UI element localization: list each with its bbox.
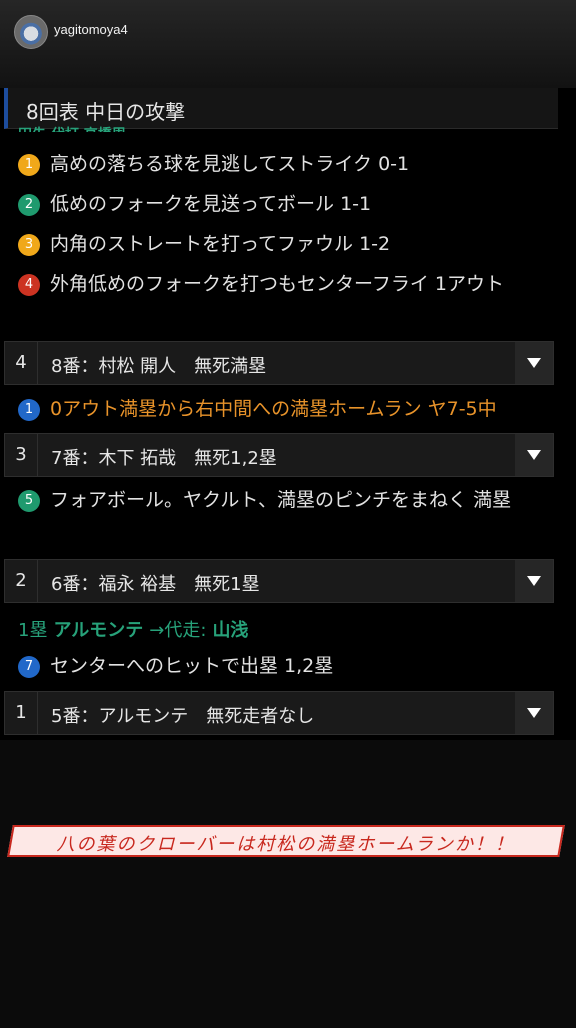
play-text: 内角のストレートを打ってファウル 1-2	[50, 233, 391, 255]
at-bat-number: 1	[5, 692, 38, 734]
play-text: 0アウト満塁から右中間への満塁ホームラン ヤ7-5中	[50, 398, 497, 420]
substitution-arrow: →代走:	[149, 620, 207, 641]
cutoff-substitution-text: 田先 代打 高橋周	[18, 124, 126, 132]
play-item: 4 外角低めのフォークを打つもセンターフライ 1アウト	[18, 268, 548, 301]
at-bat-number: 4	[5, 342, 38, 384]
play-by-play-panel: 8回表 中日の攻撃 田先 代打 高橋周 1 高めの落ちる球を見逃してストライク …	[0, 88, 576, 740]
pitch-number-badge: 7	[18, 656, 40, 678]
caption-text: 八の葉のクローバーは村松の満塁ホームランか！！	[56, 834, 515, 855]
expand-chevron-icon[interactable]	[515, 342, 553, 384]
story-caption: 八の葉のクローバーは村松の満塁ホームランか！！	[7, 825, 565, 857]
play-item: 3 内角のストレートを打ってファウル 1-2	[18, 228, 548, 261]
at-bat-row[interactable]: 1 5番：アルモンテ 無死走者なし	[4, 691, 554, 735]
pitch-number-badge: 1	[18, 154, 40, 176]
play-text: センターへのヒットで出塁 1,2塁	[50, 655, 334, 677]
play-item: 7 センターへのヒットで出塁 1,2塁	[18, 650, 548, 683]
inning-title: 8回表 中日の攻撃	[26, 100, 186, 124]
substitution-base: 1塁	[18, 620, 48, 641]
at-bat-number: 3	[5, 434, 38, 476]
play-item: 1 高めの落ちる球を見逃してストライク 0-1	[18, 148, 548, 181]
batter-label: 7番：木下 拓哉 無死1,2塁	[51, 448, 277, 469]
at-bat-number: 2	[5, 560, 38, 602]
batter-label: 6番：福永 裕基 無死1塁	[51, 574, 260, 595]
substitution-player: アルモンテ	[53, 620, 144, 641]
profile-username[interactable]: yagitomoya4	[54, 22, 128, 37]
pitch-number-badge: 2	[18, 194, 40, 216]
inning-header: 8回表 中日の攻撃	[4, 88, 558, 129]
play-item: 2 低めのフォークを見送ってボール 1-1	[18, 188, 548, 221]
play-text: 低めのフォークを見送ってボール 1-1	[50, 193, 372, 215]
expand-chevron-icon[interactable]	[515, 560, 553, 602]
expand-chevron-icon[interactable]	[515, 434, 553, 476]
play-item: 5 フォアボール。ヤクルト、満塁のピンチをまねく 満塁	[18, 484, 548, 517]
homerun-play: 1 0アウト満塁から右中間への満塁ホームラン ヤ7-5中	[18, 393, 548, 426]
play-text: フォアボール。ヤクルト、満塁のピンチをまねく 満塁	[50, 489, 512, 511]
batter-label: 8番：村松 開人 無死満塁	[51, 356, 267, 377]
batter-label: 5番：アルモンテ 無死走者なし	[51, 706, 315, 727]
at-bat-row[interactable]: 3 7番：木下 拓哉 無死1,2塁	[4, 433, 554, 477]
pitch-number-badge: 4	[18, 274, 40, 296]
expand-chevron-icon[interactable]	[515, 692, 553, 734]
story-header: yagitomoya4	[0, 0, 576, 88]
pitch-number-badge: 3	[18, 234, 40, 256]
play-text: 高めの落ちる球を見逃してストライク 0-1	[50, 153, 410, 175]
substitution-line: 1塁 アルモンテ →代走: 山浅	[18, 616, 254, 642]
play-text: 外角低めのフォークを打つもセンターフライ 1アウト	[50, 273, 504, 295]
pitch-number-badge: 1	[18, 399, 40, 421]
at-bat-row[interactable]: 4 8番：村松 開人 無死満塁	[4, 341, 554, 385]
at-bat-row[interactable]: 2 6番：福永 裕基 無死1塁	[4, 559, 554, 603]
substitution-runner: 山浅	[212, 620, 249, 641]
profile-avatar[interactable]	[14, 15, 48, 49]
pitch-number-badge: 5	[18, 490, 40, 512]
